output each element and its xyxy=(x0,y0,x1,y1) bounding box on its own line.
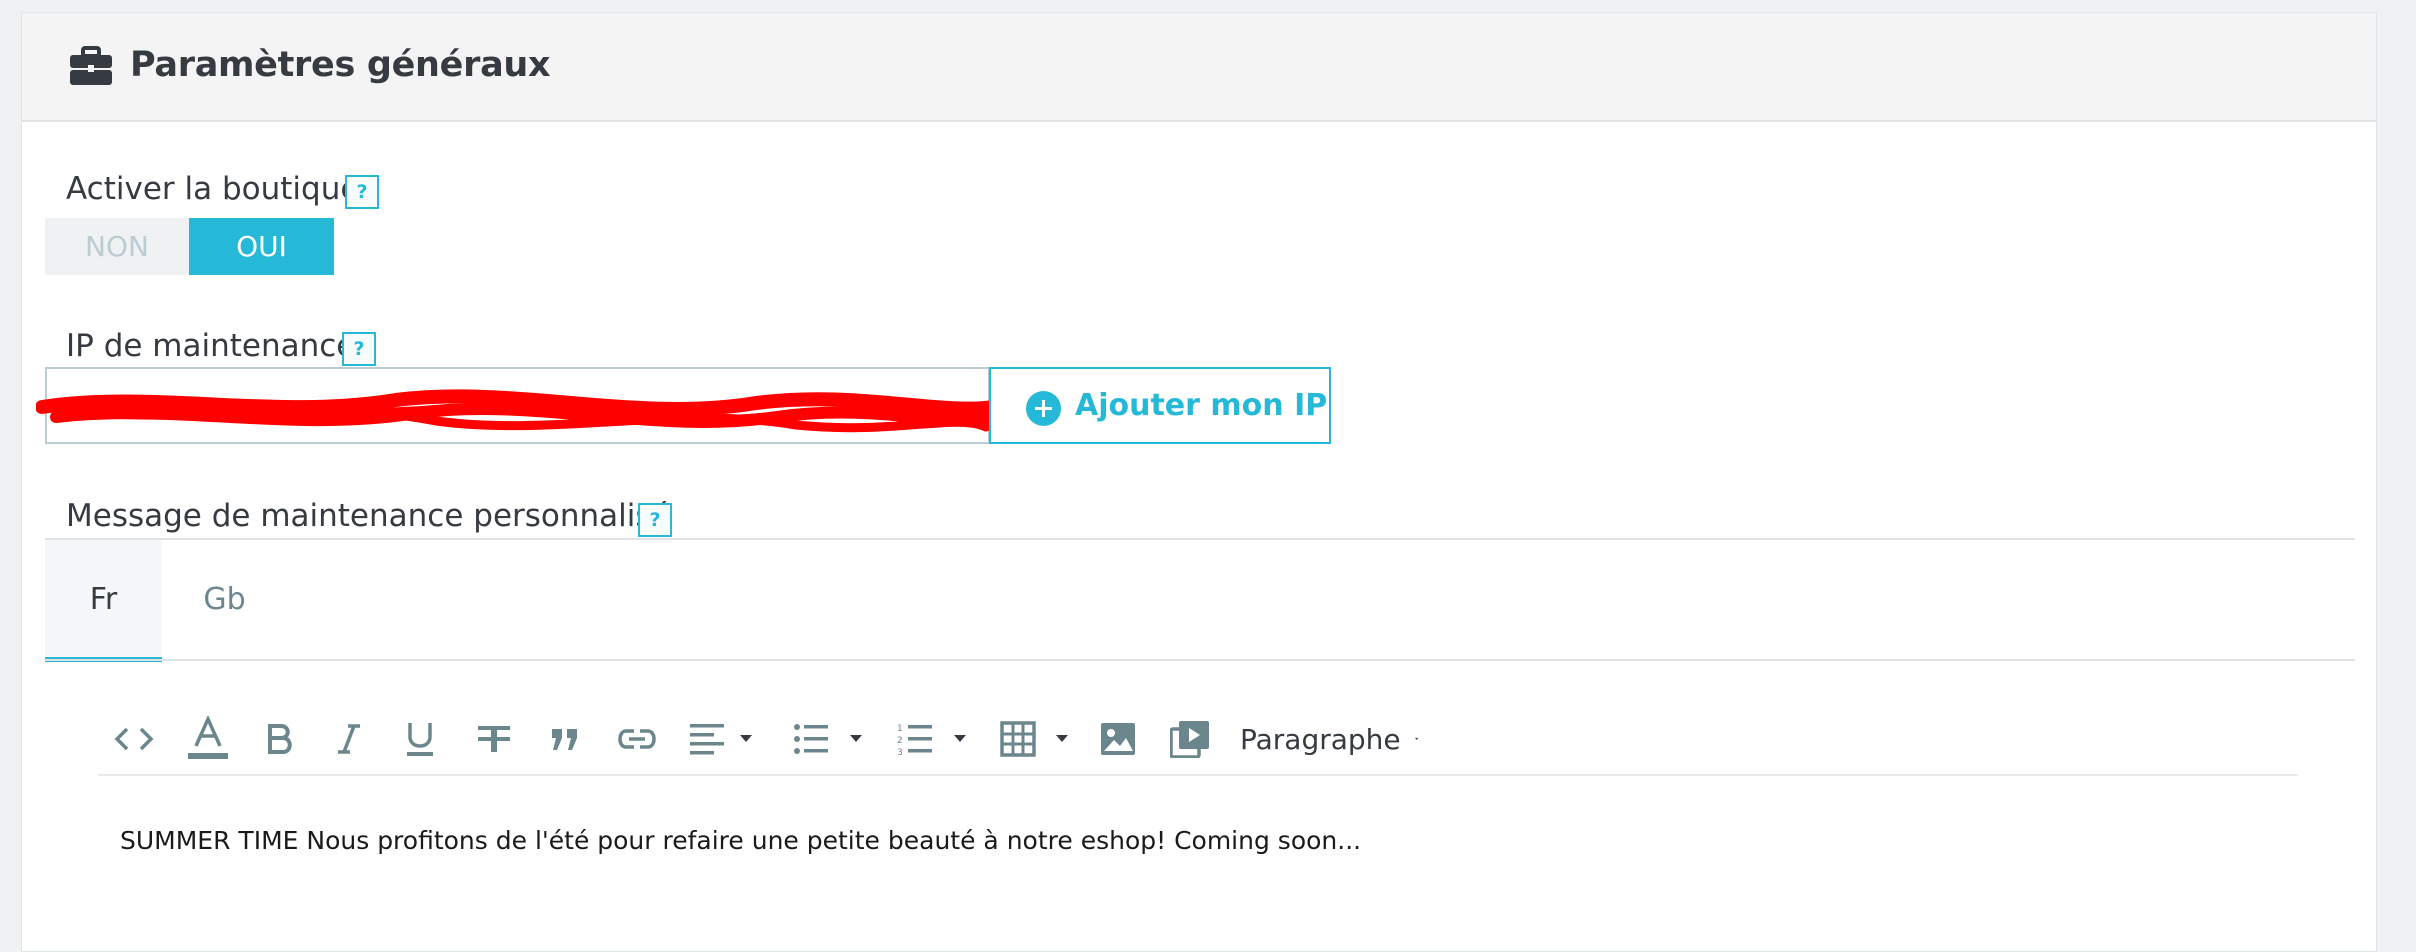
svg-text:3: 3 xyxy=(897,748,903,756)
align-icon[interactable] xyxy=(688,700,758,778)
chevron-down-icon xyxy=(1414,737,1419,740)
table-icon[interactable] xyxy=(1000,700,1076,778)
image-icon[interactable] xyxy=(1100,700,1136,778)
shop-active-help[interactable]: ? xyxy=(345,175,379,209)
toolbar-divider xyxy=(98,774,2298,776)
blockquote-icon[interactable] xyxy=(548,700,582,778)
plus-circle-icon xyxy=(1026,391,1061,426)
format-select[interactable]: Paragraphe xyxy=(1240,700,1420,778)
bullet-list-icon[interactable] xyxy=(792,700,870,778)
numbered-list-icon[interactable]: 1 2 3 xyxy=(896,700,974,778)
briefcase-icon xyxy=(70,46,112,85)
code-icon[interactable] xyxy=(114,700,154,778)
panel-header: Paramètres généraux xyxy=(22,13,2376,122)
add-my-ip-button[interactable]: Ajouter mon IP xyxy=(989,367,1331,444)
text-color-icon[interactable] xyxy=(186,700,230,778)
tabs-divider-top xyxy=(45,538,2355,540)
link-icon[interactable] xyxy=(616,700,658,778)
add-my-ip-label: Ajouter mon IP xyxy=(1075,388,1328,423)
editor-toolbar: 1 2 3 Paragraphe xyxy=(98,700,2298,778)
tabs-divider-bottom xyxy=(45,659,2355,661)
maintenance-ip-label: IP de maintenance xyxy=(66,328,356,364)
switch-option-oui[interactable]: OUI xyxy=(189,218,334,275)
svg-text:2: 2 xyxy=(897,736,903,746)
italic-icon[interactable] xyxy=(334,700,364,778)
panel-title: Paramètres généraux xyxy=(130,45,551,85)
maintenance-ip-help[interactable]: ? xyxy=(342,332,376,366)
format-select-label: Paragraphe xyxy=(1240,722,1401,756)
redaction-scribble xyxy=(36,389,1001,433)
tab-gb[interactable]: Gb xyxy=(162,540,287,659)
bold-icon[interactable] xyxy=(264,700,294,778)
svg-text:1: 1 xyxy=(897,724,903,734)
general-settings-panel: Paramètres généraux xyxy=(21,12,2377,952)
underline-icon[interactable] xyxy=(404,700,436,778)
shop-active-label: Activer la boutique xyxy=(66,171,360,207)
tab-fr[interactable]: Fr xyxy=(45,540,162,662)
maintenance-message-editor[interactable]: SUMMER TIME Nous profitons de l'été pour… xyxy=(120,826,1361,855)
maintenance-message-label: Message de maintenance personnalisé xyxy=(66,498,671,534)
shop-active-switch[interactable]: NON OUI xyxy=(45,218,334,275)
switch-option-non[interactable]: NON xyxy=(45,218,189,275)
maintenance-message-help[interactable]: ? xyxy=(638,503,672,537)
media-icon[interactable] xyxy=(1170,700,1210,778)
strikethrough-icon[interactable] xyxy=(475,700,513,778)
